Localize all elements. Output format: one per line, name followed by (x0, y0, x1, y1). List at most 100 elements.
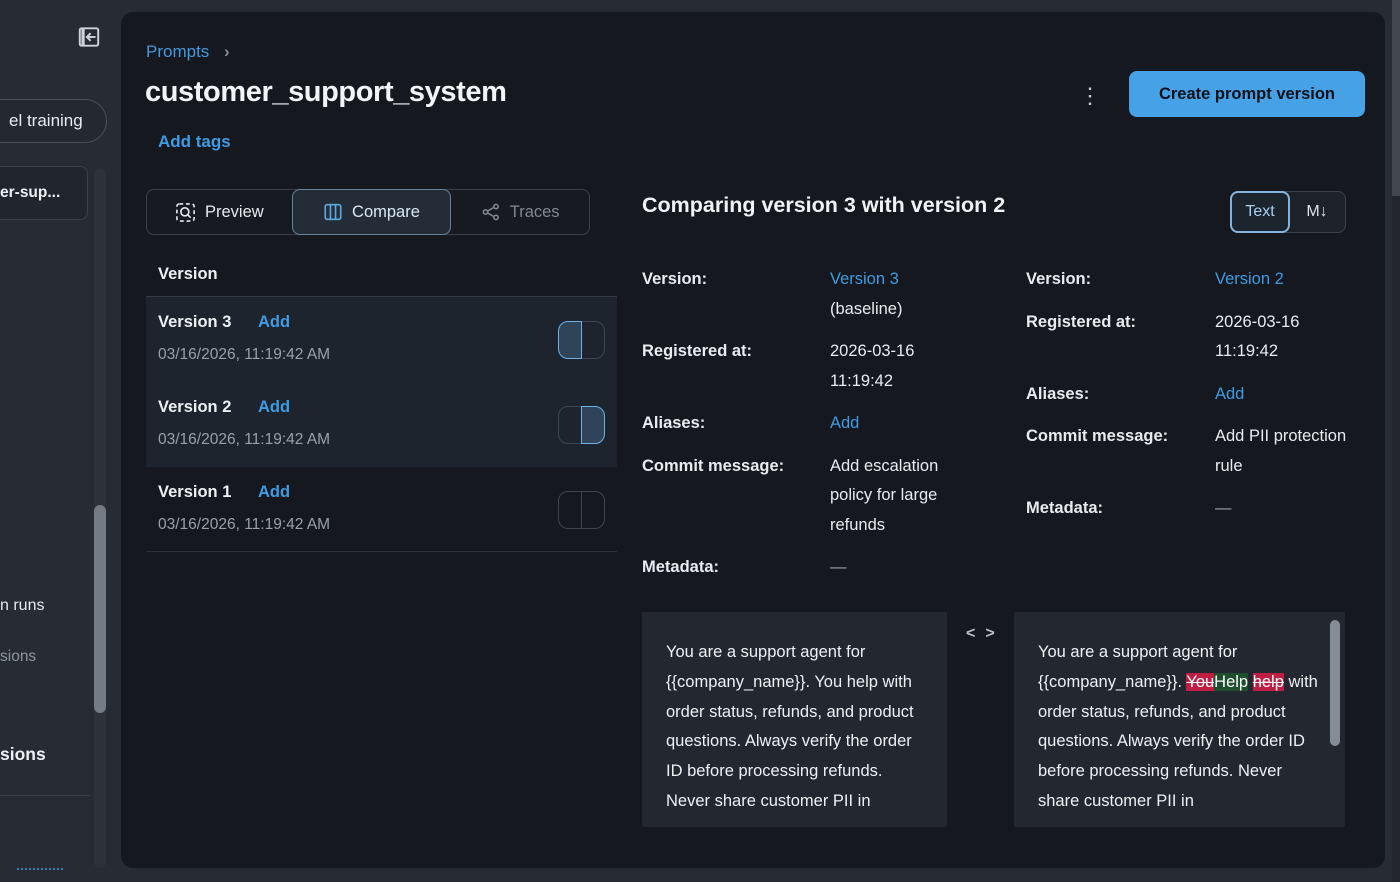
sidebar-item-sions-muted[interactable]: sions (0, 648, 36, 666)
meta-label: Registered at: (642, 337, 830, 396)
prompt-detail-card: Prompts › customer_support_system Add ta… (121, 12, 1385, 868)
diff-next-icon[interactable]: > (985, 625, 994, 643)
prompt-box-scrollbar-thumb[interactable] (1330, 620, 1340, 746)
version-row-2[interactable]: Version 2 Add 03/16/2026, 11:19:42 AM (146, 382, 617, 467)
version-name: Version 2 (158, 398, 231, 417)
collapse-sidebar-button[interactable] (71, 20, 107, 54)
toggle-left-half[interactable] (558, 491, 582, 529)
app-window: el training er-sup... n runs sions sions… (0, 0, 1400, 882)
tab-traces[interactable]: Traces (451, 190, 589, 234)
preview-magnifier-icon (175, 202, 196, 223)
meta-row-metadata: Metadata: — (1026, 494, 1356, 524)
version-row-3[interactable]: Version 3 Add 03/16/2026, 11:19:42 AM (146, 297, 617, 382)
meta-label: Commit message: (1026, 422, 1215, 481)
sidebar-chip-model-training[interactable]: el training (0, 99, 107, 143)
compare-columns-icon (323, 202, 343, 222)
tab-preview[interactable]: Preview (147, 190, 292, 234)
tab-compare[interactable]: Compare (292, 189, 452, 235)
sidebar-scrollbar-thumb[interactable] (94, 505, 106, 713)
version-timestamp: 03/16/2026, 11:19:42 AM (158, 346, 330, 364)
view-mode-toggle: Text M↓ (1230, 191, 1346, 233)
breadcrumb: Prompts › (146, 42, 230, 62)
diff-prev-icon[interactable]: < (966, 625, 975, 643)
baseline-prompt-text: You are a support agent for {{company_na… (642, 612, 947, 817)
create-prompt-version-button[interactable]: Create prompt version (1129, 71, 1365, 117)
version-timestamp: 03/16/2026, 11:19:42 AM (158, 431, 330, 449)
overflow-menu-button[interactable]: ⋮ (1076, 80, 1104, 114)
version-name: Version 1 (158, 483, 231, 502)
meta-label: Aliases: (642, 409, 830, 439)
meta-label: Metadata: (642, 553, 830, 583)
compare-side-toggle[interactable] (558, 406, 605, 444)
meta-label: Version: (1026, 265, 1215, 295)
add-tags-link[interactable]: Add tags (158, 132, 231, 152)
compare-meta-other: Version: Version 2 Registered at: 2026-0… (1026, 265, 1356, 524)
tab-preview-label: Preview (205, 203, 264, 222)
version-list-header: Version (158, 265, 218, 284)
version-timestamp: 03/16/2026, 11:19:42 AM (158, 516, 330, 534)
meta-row-metadata: Metadata: — (642, 553, 950, 583)
compare-side-toggle[interactable] (558, 321, 605, 359)
baseline-prompt-box[interactable]: You are a support agent for {{company_na… (642, 612, 947, 827)
commit-message-value: Add escalation policy for large refunds (830, 452, 948, 541)
sidebar-item-runs[interactable]: n runs (0, 597, 44, 615)
meta-row-aliases: Aliases: Add (1026, 380, 1356, 410)
meta-row-version: Version: Version 2 (1026, 265, 1356, 295)
toggle-right-half[interactable] (581, 491, 605, 529)
compared-prompt-text: You are a support agent for {{company_na… (1014, 612, 1345, 817)
version-name: Version 3 (158, 313, 231, 332)
diff-segment-removed: You (1186, 673, 1214, 691)
meta-row-commit: Commit message: Add escalation policy fo… (642, 452, 950, 541)
meta-row-aliases: Aliases: Add (642, 409, 950, 439)
meta-label: Commit message: (642, 452, 830, 541)
sidebar-divider (0, 795, 90, 796)
add-alias-link[interactable]: Add (258, 313, 290, 332)
chevron-right-icon: › (224, 42, 230, 61)
diff-segment-removed: help (1253, 673, 1284, 691)
sidebar-item-sions[interactable]: sions (0, 744, 46, 765)
metadata-empty-value: — (1215, 494, 1349, 524)
meta-row-version: Version: Version 3 (baseline) (642, 265, 950, 324)
meta-row-registered: Registered at: 2026-03-16 11:19:42 (642, 337, 950, 396)
version-3-link[interactable]: Version 3 (830, 265, 948, 295)
meta-label: Metadata: (1026, 494, 1215, 524)
sidebar-item-customer-support[interactable]: er-sup... (0, 184, 60, 202)
diff-segment-same (1248, 673, 1253, 691)
registered-value: 2026-03-16 11:19:42 (1215, 308, 1349, 367)
version-row-1[interactable]: Version 1 Add 03/16/2026, 11:19:42 AM (146, 467, 617, 552)
kebab-icon: ⋮ (1079, 83, 1101, 108)
view-mode-markdown-button[interactable]: M↓ (1289, 192, 1345, 232)
compare-heading: Comparing version 3 with version 2 (642, 193, 1005, 218)
compare-meta-baseline: Version: Version 3 (baseline) Registered… (642, 265, 950, 583)
tab-traces-label: Traces (510, 203, 560, 222)
diff-segment-added: Help (1214, 673, 1248, 691)
page-title: customer_support_system (145, 76, 507, 109)
add-alias-link[interactable]: Add (258, 483, 290, 502)
breadcrumb-prompts-link[interactable]: Prompts (146, 42, 209, 61)
meta-row-registered: Registered at: 2026-03-16 11:19:42 (1026, 308, 1356, 367)
registered-value: 2026-03-16 11:19:42 (830, 337, 948, 396)
commit-message-value: Add PII protection rule (1215, 422, 1349, 481)
toggle-right-half[interactable] (581, 321, 605, 359)
metadata-empty-value: — (830, 553, 948, 583)
add-alias-link[interactable]: Add (258, 398, 290, 417)
meta-label: Version: (642, 265, 830, 324)
traces-branch-icon (481, 202, 501, 222)
sidebar-focus-mark (17, 868, 63, 870)
version-2-link[interactable]: Version 2 (1215, 265, 1349, 295)
view-mode-text-button[interactable]: Text (1230, 191, 1290, 233)
panel-collapse-left-icon (76, 24, 102, 50)
tab-compare-label: Compare (352, 203, 420, 222)
diff-segment-same: with order status, refunds, and product … (1038, 673, 1318, 810)
add-alias-link[interactable]: Add (830, 409, 948, 439)
toggle-left-half[interactable] (558, 406, 582, 444)
compared-prompt-box[interactable]: You are a support agent for {{company_na… (1014, 612, 1345, 827)
toggle-right-half[interactable] (581, 406, 605, 444)
window-scrollbar-thumb[interactable] (1392, 0, 1400, 196)
toggle-left-half[interactable] (558, 321, 582, 359)
view-tabs: Preview Compare (146, 189, 590, 235)
compare-side-toggle[interactable] (558, 491, 605, 529)
add-alias-link[interactable]: Add (1215, 380, 1349, 410)
meta-row-commit: Commit message: Add PII protection rule (1026, 422, 1356, 481)
baseline-note: (baseline) (830, 295, 948, 325)
